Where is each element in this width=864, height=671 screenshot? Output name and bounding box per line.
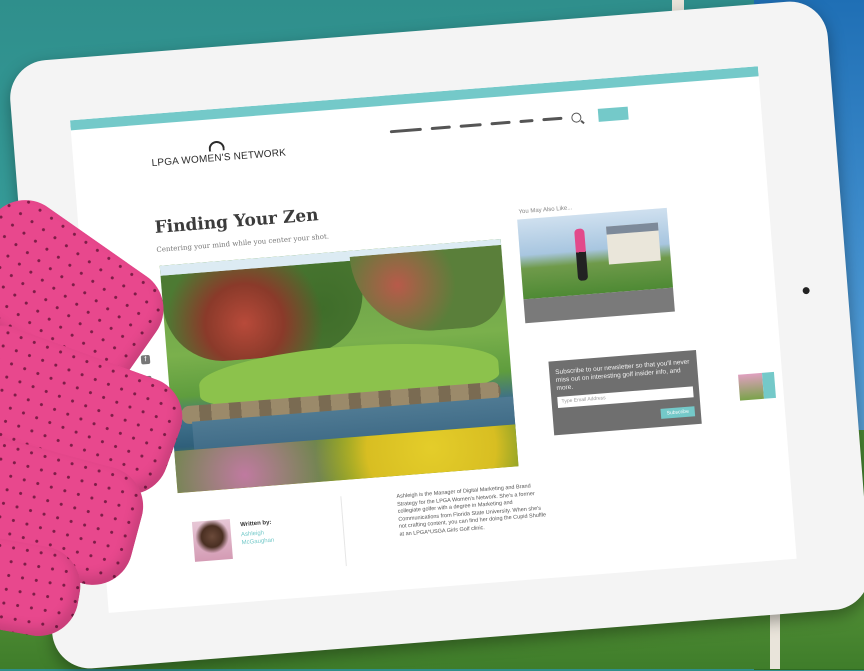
sidebar-title: You May Also Like... bbox=[518, 205, 573, 216]
site-topbar bbox=[70, 66, 759, 131]
article-hero-image bbox=[159, 238, 519, 494]
thumbnail[interactable] bbox=[738, 372, 765, 401]
main-nav bbox=[389, 106, 629, 139]
written-by-label: Written by: bbox=[240, 519, 272, 529]
nav-cta-button[interactable] bbox=[597, 106, 629, 122]
nav-item-2[interactable] bbox=[430, 125, 451, 131]
divider bbox=[340, 496, 347, 567]
site-logo[interactable]: LPGA WOMEN'S NETWORK bbox=[151, 140, 286, 169]
related-article-card[interactable] bbox=[517, 207, 675, 324]
nav-item-1[interactable] bbox=[389, 127, 422, 134]
tablet-camera bbox=[802, 286, 810, 295]
nav-item-3[interactable] bbox=[459, 123, 482, 128]
newsletter-box: Subscribe to our newsletter so that you'… bbox=[548, 349, 702, 436]
golf-glove bbox=[0, 184, 200, 650]
related-article-image bbox=[517, 207, 673, 300]
nav-item-6[interactable] bbox=[542, 116, 563, 122]
author-bio: Ashleigh is the Manager of Digital Marke… bbox=[396, 483, 547, 538]
thumbnail-tab[interactable] bbox=[761, 371, 776, 399]
subscribe-button[interactable]: Subscribe bbox=[660, 406, 696, 419]
search-icon[interactable] bbox=[570, 111, 582, 123]
nav-item-4[interactable] bbox=[490, 120, 511, 126]
nav-item-5[interactable] bbox=[519, 119, 534, 124]
wifi-icon bbox=[208, 140, 225, 152]
author-card: Written by: Ashleigh McGaughan bbox=[179, 497, 334, 579]
author-name-link[interactable]: Ashleigh McGaughan bbox=[241, 527, 292, 547]
